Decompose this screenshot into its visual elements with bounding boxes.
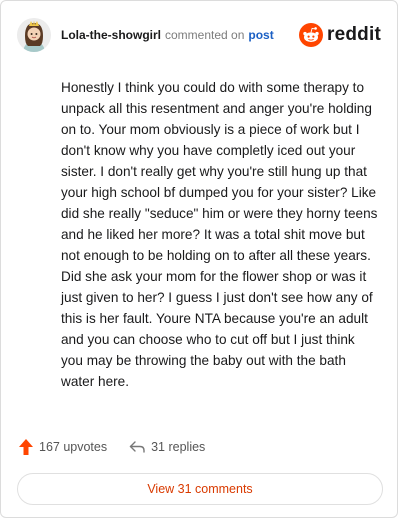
upvote-button[interactable]: 167 upvotes bbox=[19, 439, 107, 455]
username-link[interactable]: Lola-the-showgirl bbox=[61, 28, 161, 42]
upvote-count: 167 upvotes bbox=[39, 440, 108, 454]
reddit-snoo-icon bbox=[299, 23, 324, 47]
user-avatar[interactable] bbox=[17, 18, 51, 52]
reply-arrow-icon bbox=[129, 441, 145, 453]
comment-byline: Lola-the-showgirl commented on post bbox=[61, 28, 299, 42]
upvote-arrow-icon bbox=[19, 439, 33, 455]
action-text: commented on bbox=[165, 28, 245, 42]
comment-actions: 167 upvotes 31 replies bbox=[19, 439, 205, 455]
view-comments-button[interactable]: View 31 comments bbox=[17, 473, 383, 505]
replies-button[interactable]: 31 replies bbox=[129, 440, 205, 454]
comment-header: Lola-the-showgirl commented on post reddit bbox=[17, 15, 381, 55]
reply-count: 31 replies bbox=[151, 440, 206, 454]
comment-card: Lola-the-showgirl commented on post reddit… bbox=[0, 0, 398, 518]
reddit-logo[interactable]: reddit bbox=[299, 23, 381, 47]
comment-body: Honestly I think you could do with some … bbox=[61, 80, 378, 389]
post-link[interactable]: post bbox=[248, 28, 273, 42]
brand-wordmark: reddit bbox=[327, 24, 381, 45]
